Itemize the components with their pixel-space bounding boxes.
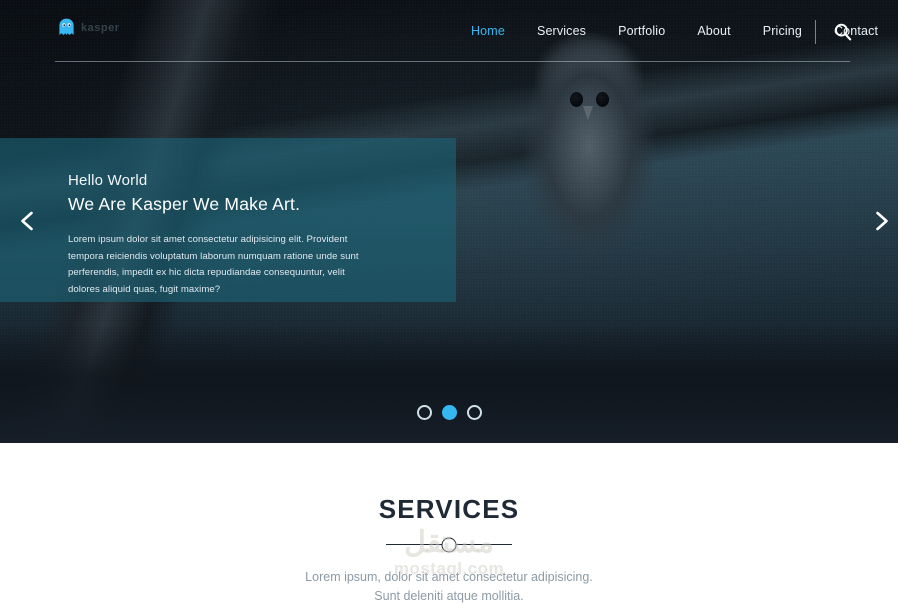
services-subtitle: Lorem ipsum, dolor sit amet consectetur … [0, 568, 898, 607]
services-section: SERVICES مستقل mostaql.com Lorem ipsum, … [0, 443, 898, 612]
services-title-dot [441, 537, 457, 552]
hero-text-panel: Hello World We Are Kasper We Make Art. L… [0, 138, 456, 302]
hero-hello-text: Hello World [68, 172, 148, 189]
ghost-icon [59, 18, 74, 35]
slider-bullet-3[interactable] [466, 405, 482, 420]
services-title-rule [386, 537, 512, 552]
nav-item-contact[interactable]: Contact [818, 0, 894, 62]
nav-item-about[interactable]: About [681, 0, 746, 62]
logo-wordmark: kasper [81, 21, 120, 34]
chevron-right-icon [876, 211, 888, 231]
nav-item-home[interactable]: Home [455, 0, 521, 62]
owl-eye-left-icon [570, 92, 583, 107]
owl-beak-icon [583, 106, 593, 120]
search-button[interactable] [833, 22, 853, 42]
slider-bullet-1[interactable] [416, 405, 432, 420]
header-divider-rule [55, 61, 850, 62]
nav-item-services[interactable]: Services [521, 0, 602, 62]
hero-bottom-gradient [0, 325, 898, 443]
hero-section: kasper Home Services Portfolio About Pri… [0, 0, 898, 443]
services-subtitle-line-1: Lorem ipsum, dolor sit amet consectetur … [305, 570, 593, 584]
nav-item-pricing[interactable]: Pricing [747, 0, 818, 62]
hero-headline: We Are Kasper We Make Art. [68, 194, 301, 214]
logo[interactable]: kasper [58, 18, 119, 37]
slider-bullets [0, 405, 898, 420]
slider-next-button[interactable] [868, 208, 894, 234]
page-root: kasper Home Services Portfolio About Pri… [0, 0, 898, 612]
nav-divider [815, 20, 816, 44]
nav-item-portfolio[interactable]: Portfolio [602, 0, 681, 62]
slider-prev-button[interactable] [15, 208, 41, 234]
slider-bullet-2[interactable] [441, 405, 457, 420]
owl-eye-right-icon [596, 92, 609, 107]
services-subtitle-line-2: Sunt deleniti atque mollitia. [374, 589, 524, 604]
site-header: kasper Home Services Portfolio About Pri… [0, 0, 898, 62]
search-icon [835, 23, 852, 41]
main-navigation: Home Services Portfolio About Pricing Co… [455, 0, 894, 62]
chevron-left-icon [21, 211, 33, 231]
services-title: SERVICES [378, 494, 520, 524]
hero-paragraph: Lorem ipsum dolor sit amet consectetur a… [68, 234, 359, 295]
